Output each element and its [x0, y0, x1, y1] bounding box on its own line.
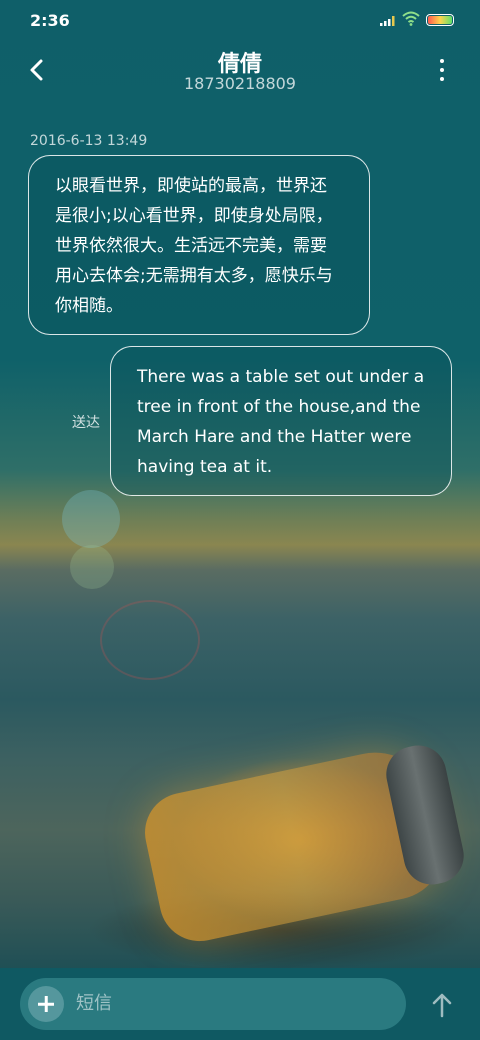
wifi-icon — [402, 11, 420, 26]
message-composer: 短信 — [0, 968, 480, 1040]
message-timestamp: 2016-6-13 13:49 — [30, 133, 148, 149]
more-vertical-icon — [440, 59, 444, 63]
conversation-header: 倩倩 18730218809 — [0, 40, 480, 100]
battery-icon — [426, 14, 454, 26]
sms-input-placeholder[interactable]: 短信 — [76, 978, 112, 1030]
status-time: 2:36 — [30, 11, 70, 30]
signal-icon — [380, 16, 395, 26]
incoming-message-bubble[interactable]: 以眼看世界，即使站的最高，世界还是很小;以心看世界，即使身处局限，世界依然很大。… — [28, 155, 370, 335]
status-bar: 2:36 — [0, 0, 480, 40]
composer-input-container[interactable]: 短信 — [20, 978, 406, 1030]
outgoing-message-bubble[interactable]: There was a table set out under a tree i… — [110, 346, 452, 496]
delivery-status: 送达 — [72, 415, 100, 431]
bokeh-light — [70, 545, 114, 589]
more-options-button[interactable] — [432, 56, 452, 84]
contact-number: 18730218809 — [184, 74, 296, 93]
plus-icon[interactable] — [28, 986, 64, 1022]
arrow-up-icon[interactable] — [430, 992, 454, 1018]
bokeh-light — [62, 490, 120, 548]
bokeh-ring — [100, 600, 200, 680]
